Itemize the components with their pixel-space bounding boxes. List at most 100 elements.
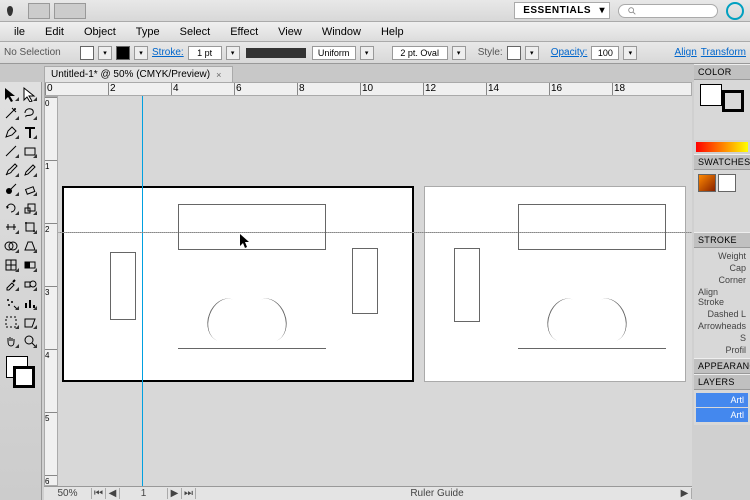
workspace-switcher[interactable]: ESSENTIALS [514,2,610,19]
transform-link[interactable]: Transform [701,47,746,58]
stroke-type[interactable] [312,46,356,60]
tool-lasso[interactable] [21,103,40,122]
search-input[interactable] [618,4,718,18]
stroke-row[interactable]: Weight [696,250,748,262]
tool-hand[interactable] [2,331,21,350]
tool-gradient[interactable] [21,255,40,274]
rect-shape[interactable] [454,248,480,322]
fill-dd[interactable] [98,46,112,60]
cs-services-icon[interactable] [726,2,744,20]
tool-eraser[interactable] [21,179,40,198]
fill-stroke-control[interactable] [2,354,39,390]
tool-blend[interactable] [21,274,40,293]
nav-first-icon[interactable]: ⏮ [92,488,106,499]
stroke-row[interactable]: S [696,332,748,344]
stroke-dd[interactable] [134,46,148,60]
artboard-nav[interactable]: 1 [120,488,168,499]
stroke-row[interactable]: Corner [696,274,748,286]
tool-slice[interactable] [21,312,40,331]
menu-edit[interactable]: Edit [35,26,74,38]
tab-close-icon[interactable]: × [216,70,226,80]
spectrum-bar[interactable] [696,142,748,152]
tool-mesh[interactable] [2,255,21,274]
appearance-panel-header[interactable]: APPEARANC [694,358,750,374]
rect-shape[interactable] [178,204,326,250]
ruler-vertical[interactable]: 0123456 [44,96,58,486]
bridge-icon[interactable] [28,3,50,19]
zoom-level[interactable]: 50% [44,488,92,499]
style-dd[interactable] [525,46,539,60]
layer-item[interactable]: Artl [696,408,748,422]
stroke-row[interactable]: Cap [696,262,748,274]
guide-vertical[interactable] [142,96,143,486]
tool-scale[interactable] [21,198,40,217]
nav-next-icon[interactable]: ▶ [168,488,182,499]
nav-last-icon[interactable]: ⏭ [182,488,196,499]
menu-help[interactable]: Help [371,26,414,38]
line-shape[interactable] [178,348,326,349]
stroke-row[interactable]: Align Stroke [696,286,748,308]
stroke-row[interactable]: Profil [696,344,748,356]
rect-shape[interactable] [352,248,378,314]
canvas[interactable] [58,96,692,486]
tool-type[interactable] [21,122,40,141]
rect-shape[interactable] [518,204,666,250]
stroke-row[interactable]: Arrowheads [696,320,748,332]
tool-artboard[interactable] [2,312,21,331]
tool-column-graph[interactable] [21,293,40,312]
tool-rectangle[interactable] [21,141,40,160]
tool-shape-builder[interactable] [2,236,21,255]
document-tab[interactable]: Untitled-1* @ 50% (CMYK/Preview) × [44,66,233,82]
ruler-horizontal[interactable]: 024681012141618 [44,82,692,96]
tool-selection[interactable] [2,84,21,103]
apple-menu-icon[interactable] [0,5,20,17]
tool-symbol-sprayer[interactable] [2,293,21,312]
swatches-panel-header[interactable]: SWATCHES [694,154,750,170]
tool-rotate[interactable] [2,198,21,217]
stroke-row[interactable]: Dashed L [696,308,748,320]
style-swatch[interactable] [507,46,521,60]
align-link[interactable]: Align [675,47,697,58]
menu-select[interactable]: Select [170,26,221,38]
tool-brush[interactable] [2,160,21,179]
tool-direct-selection[interactable] [21,84,40,103]
tool-free-transform[interactable] [21,217,40,236]
menu-file[interactable]: ile [4,26,35,38]
stroke-type-dd[interactable] [360,46,374,60]
stroke-color[interactable] [13,366,35,388]
menu-effect[interactable]: Effect [220,26,268,38]
opacity-input[interactable] [591,46,619,60]
tool-pen[interactable] [2,122,21,141]
stroke-panel-header[interactable]: STROKE [694,232,750,248]
rect-shape[interactable] [110,252,136,320]
tool-blob-brush[interactable] [2,179,21,198]
layers-panel-header[interactable]: LAYERS [694,374,750,390]
tool-line[interactable] [2,141,21,160]
nav-prev-icon[interactable]: ◀ [106,488,120,499]
tool-magic-wand[interactable] [2,103,21,122]
layer-item[interactable]: Artl [696,393,748,407]
brush-input[interactable] [392,46,448,60]
line-shape[interactable] [518,348,666,349]
color-panel-header[interactable]: COLOR [694,64,750,80]
status-menu-icon[interactable]: ▶ [678,488,692,499]
tool-width[interactable] [2,217,21,236]
tool-zoom[interactable] [21,331,40,350]
tool-eyedropper[interactable] [2,274,21,293]
swatch[interactable] [718,174,736,192]
swatch[interactable] [698,174,716,192]
stroke-weight-input[interactable] [188,46,222,60]
stroke-profile[interactable] [246,48,306,58]
menu-view[interactable]: View [268,26,312,38]
stroke-swatch[interactable] [116,46,130,60]
menu-type[interactable]: Type [126,26,170,38]
tool-perspective[interactable] [21,236,40,255]
brush-dd[interactable] [452,46,466,60]
stroke-weight-dd[interactable] [226,46,240,60]
menu-window[interactable]: Window [312,26,371,38]
arrange-docs-icon[interactable] [54,3,86,19]
tool-pencil[interactable] [21,160,40,179]
menu-object[interactable]: Object [74,26,126,38]
opacity-dd[interactable] [623,46,637,60]
fill-swatch[interactable] [80,46,94,60]
